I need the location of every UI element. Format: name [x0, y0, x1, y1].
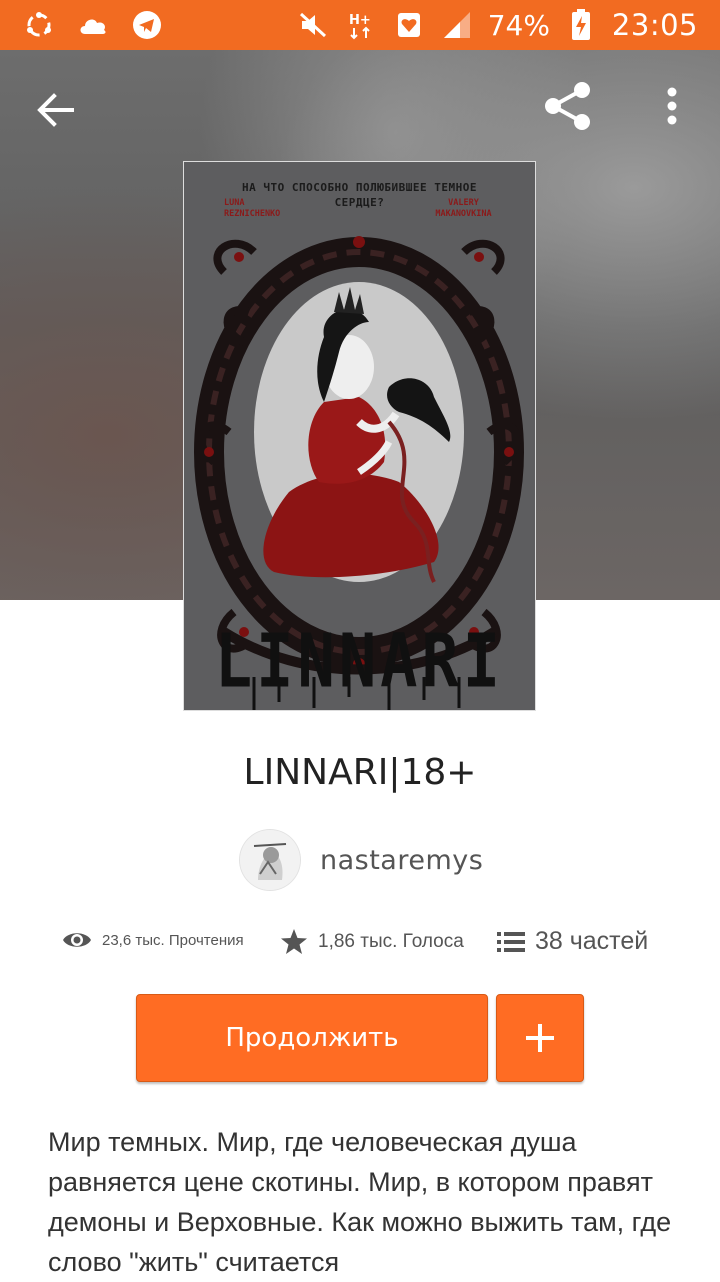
- clock: 23:05: [611, 8, 698, 42]
- arrow-left-icon: [37, 93, 74, 127]
- mute-icon: [296, 10, 330, 40]
- stat-reads: 23,6 тыс. Прочтения: [62, 929, 244, 951]
- stat-parts[interactable]: 38 частей: [497, 927, 648, 956]
- cover-author-left: LUNA REZNICHENKO: [224, 198, 281, 219]
- cloud-icon: [76, 10, 110, 40]
- cover-title: LINNARI: [214, 616, 505, 705]
- author-link[interactable]: nastaremys: [240, 830, 483, 890]
- share-icon: [545, 82, 590, 130]
- stat-reads-label: 23,6 тыс. Прочтения: [102, 931, 244, 949]
- battery-charging-icon: [564, 9, 598, 40]
- book-cover[interactable]: НА ЧТО СПОСОБНО ПОЛЮБИВШЕЕ ТЕМНОЕ СЕРДЦЕ…: [184, 162, 535, 710]
- battery-percent: 74%: [487, 8, 550, 42]
- book-stats: 23,6 тыс. Прочтения 1,86 тыс. Голоса 38 …: [0, 925, 720, 965]
- eye-icon: [63, 933, 91, 947]
- more-vert-icon: [667, 87, 677, 125]
- book-title: LINNARI|18+: [243, 752, 477, 793]
- cover-author-right: VALERY MAKANOVKINA: [435, 198, 492, 219]
- stat-parts-label[interactable]: 38 частей: [535, 927, 648, 956]
- author-name[interactable]: nastaremys: [320, 845, 483, 876]
- avatar[interactable]: [240, 830, 300, 890]
- sync-icon: [22, 10, 56, 40]
- telegram-icon: [130, 10, 164, 40]
- network-hplus-icon: H+: [344, 10, 378, 40]
- more-options-button[interactable]: [656, 84, 688, 132]
- share-button[interactable]: [542, 80, 594, 132]
- stat-votes-label: 1,86 тыс. Голоса: [318, 931, 464, 952]
- svg-text:H+: H+: [349, 13, 371, 28]
- heart-notification-icon: [392, 10, 426, 40]
- list-icon: [497, 931, 525, 952]
- add-to-library-button[interactable]: [496, 994, 584, 1082]
- signal-icon: [440, 10, 474, 40]
- star-icon: [281, 929, 307, 954]
- continue-reading-label: Продолжить: [225, 1023, 399, 1053]
- stat-votes: 1,86 тыс. Голоса: [280, 928, 464, 956]
- status-bar: H+ 74% 23:05: [0, 0, 720, 50]
- book-description: Мир темных. Мир, где человеческая душа р…: [48, 1127, 672, 1277]
- plus-icon: [526, 1024, 554, 1052]
- continue-reading-button[interactable]: Продолжить: [136, 994, 488, 1082]
- back-button[interactable]: [32, 86, 80, 134]
